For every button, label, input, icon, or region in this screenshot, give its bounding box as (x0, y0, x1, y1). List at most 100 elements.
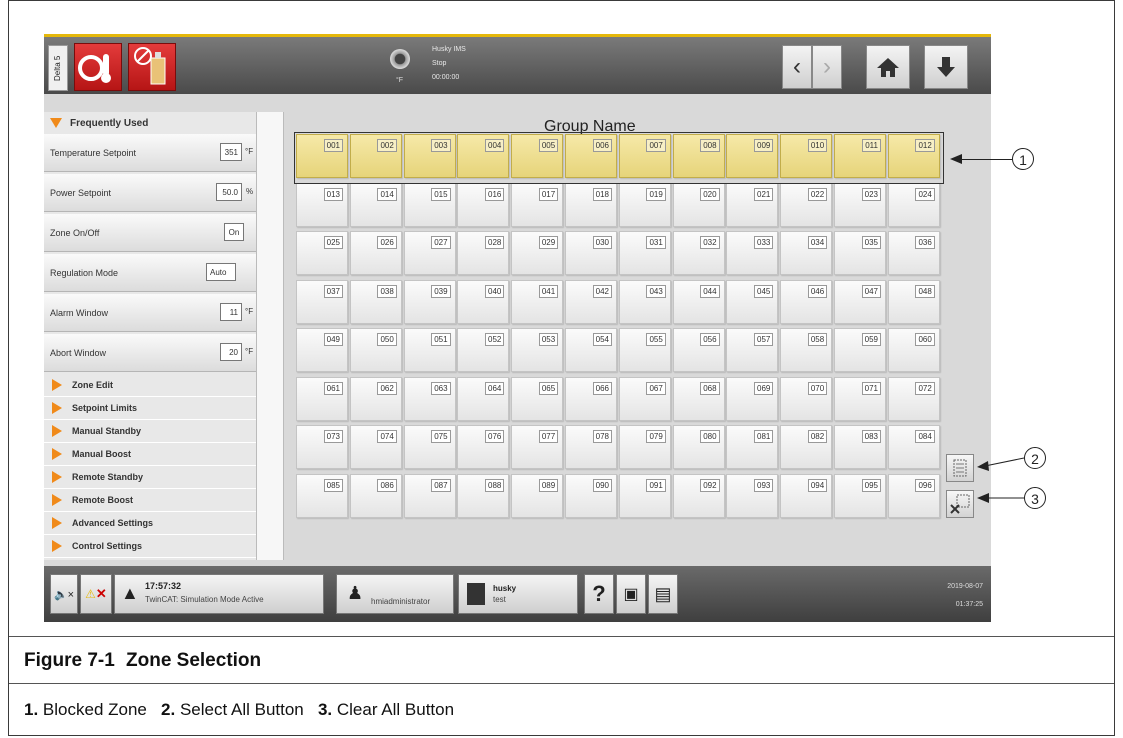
download-button[interactable] (924, 45, 968, 89)
alarm-message-button[interactable]: ▲ 17:57:32 TwinCAT: Simulation Mode Acti… (114, 574, 324, 614)
zone-button[interactable]: 033 (726, 231, 779, 275)
zone-button[interactable]: 055 (618, 328, 671, 372)
zone-button[interactable]: 084 (887, 425, 940, 469)
zone-button[interactable]: 013 (296, 182, 348, 227)
zone-button[interactable]: 066 (565, 376, 617, 421)
zone-button[interactable]: 049 (296, 328, 348, 372)
user-button[interactable]: ♟ hmiadministrator (336, 574, 454, 614)
zone-button[interactable]: 074 (349, 425, 402, 469)
zone-button[interactable]: 061 (296, 376, 348, 421)
home-button[interactable] (866, 45, 910, 89)
zone-button[interactable]: 079 (618, 425, 671, 469)
zone-button[interactable]: 088 (457, 473, 510, 518)
zone-button[interactable]: 078 (565, 425, 617, 469)
zone-button[interactable]: 064 (457, 376, 510, 421)
zone-button[interactable]: 043 (618, 279, 671, 324)
zone-button[interactable]: 027 (403, 231, 456, 275)
zone-button[interactable]: 087 (403, 473, 456, 518)
mold-status-button[interactable] (128, 43, 176, 91)
sidebar-section-remote-standby[interactable]: Remote Standby (44, 466, 256, 489)
zone-button[interactable]: 095 (834, 473, 886, 518)
zone-button[interactable]: 048 (887, 279, 940, 324)
zone-button[interactable]: 073 (296, 425, 348, 469)
zone-button[interactable]: 015 (403, 182, 456, 227)
zone-button[interactable]: 082 (780, 425, 833, 469)
zone-on-off-field[interactable]: On (224, 223, 244, 241)
zone-button[interactable]: 050 (349, 328, 402, 372)
zone-button[interactable]: 024 (887, 182, 940, 227)
zone-button[interactable]: 065 (511, 376, 564, 421)
zone-button[interactable]: 091 (618, 473, 671, 518)
zone-button[interactable]: 026 (349, 231, 402, 275)
zone-button[interactable]: 067 (618, 376, 671, 421)
zone-button[interactable]: 018 (565, 182, 617, 227)
sidebar-row-temperature-setpoint[interactable]: Temperature Setpoint 351 °F (44, 134, 256, 172)
zone-button[interactable]: 016 (457, 182, 510, 227)
frequently-used-header[interactable]: Frequently Used (44, 112, 256, 134)
zone-button[interactable]: 046 (780, 279, 833, 324)
clear-all-button[interactable] (946, 490, 974, 518)
sidebar-section-control-settings[interactable]: Control Settings (44, 535, 256, 558)
ims-status-text[interactable]: Husky IMS Stop 00:00:00 (432, 43, 466, 85)
regulation-mode-field[interactable]: Auto (206, 263, 236, 281)
zone-button[interactable]: 085 (296, 473, 348, 518)
screenshot-button[interactable]: ▣ (616, 574, 646, 614)
zone-button[interactable]: 060 (887, 328, 940, 372)
zone-button[interactable]: 022 (780, 182, 833, 227)
zone-button[interactable]: 029 (511, 231, 564, 275)
language-button[interactable]: ▤ (648, 574, 678, 614)
zone-button[interactable]: 025 (296, 231, 348, 275)
zone-button[interactable]: 077 (511, 425, 564, 469)
zone-button[interactable]: 019 (618, 182, 671, 227)
zone-button[interactable]: 076 (457, 425, 510, 469)
zone-button[interactable]: 014 (349, 182, 402, 227)
zone-button[interactable]: 071 (834, 376, 886, 421)
zone-button[interactable]: 070 (780, 376, 833, 421)
zone-button[interactable]: 023 (834, 182, 886, 227)
zone-button[interactable]: 041 (511, 279, 564, 324)
device-tab[interactable]: Delta 5 (48, 45, 68, 91)
zone-button[interactable]: 090 (565, 473, 617, 518)
mold-button[interactable]: husky test (458, 574, 578, 614)
zone-button[interactable]: 028 (457, 231, 510, 275)
zone-button[interactable]: 080 (672, 425, 725, 469)
zone-button[interactable]: 030 (565, 231, 617, 275)
zone-button[interactable]: 045 (726, 279, 779, 324)
power-setpoint-field[interactable]: 50.0 (216, 183, 242, 201)
zone-button[interactable]: 094 (780, 473, 833, 518)
zone-button[interactable]: 020 (672, 182, 725, 227)
zone-button[interactable]: 072 (887, 376, 940, 421)
zone-button[interactable]: 086 (349, 473, 402, 518)
sidebar-section-remote-boost[interactable]: Remote Boost (44, 489, 256, 512)
sidebar-row-alarm-window[interactable]: Alarm Window 11 °F (44, 294, 256, 332)
zone-button[interactable]: 063 (403, 376, 456, 421)
sidebar-section-manual-boost[interactable]: Manual Boost (44, 443, 256, 466)
sidebar-row-zone-on-off[interactable]: Zone On/Off On (44, 214, 256, 252)
zone-button[interactable]: 092 (672, 473, 725, 518)
zone-button[interactable]: 032 (672, 231, 725, 275)
sidebar-row-abort-window[interactable]: Abort Window 20 °F (44, 334, 256, 372)
forward-button[interactable]: › (812, 45, 842, 89)
temperature-setpoint-field[interactable]: 351 (220, 143, 242, 161)
zone-button[interactable]: 040 (457, 279, 510, 324)
zone-button[interactable]: 056 (672, 328, 725, 372)
zone-button[interactable]: 031 (618, 231, 671, 275)
zone-button[interactable]: 059 (834, 328, 886, 372)
zone-button[interactable]: 075 (403, 425, 456, 469)
sidebar-row-regulation-mode[interactable]: Regulation Mode Auto (44, 254, 256, 292)
zone-button[interactable]: 038 (349, 279, 402, 324)
zone-button[interactable]: 093 (726, 473, 779, 518)
alarm-reset-button[interactable]: ⚠ ✕ (80, 574, 112, 614)
zone-button[interactable]: 069 (726, 376, 779, 421)
back-button[interactable]: ‹ (782, 45, 812, 89)
sidebar-row-power-setpoint[interactable]: Power Setpoint 50.0 % (44, 174, 256, 212)
sidebar-section-zone-edit[interactable]: Zone Edit (44, 374, 256, 397)
zone-button[interactable]: 057 (726, 328, 779, 372)
zone-button[interactable]: 037 (296, 279, 348, 324)
zone-button[interactable]: 062 (349, 376, 402, 421)
zone-button[interactable]: 083 (834, 425, 886, 469)
zone-button[interactable]: 089 (511, 473, 564, 518)
sidebar-scrollbar[interactable] (256, 112, 284, 560)
select-all-button[interactable] (946, 454, 974, 482)
help-button[interactable]: ? (584, 574, 614, 614)
